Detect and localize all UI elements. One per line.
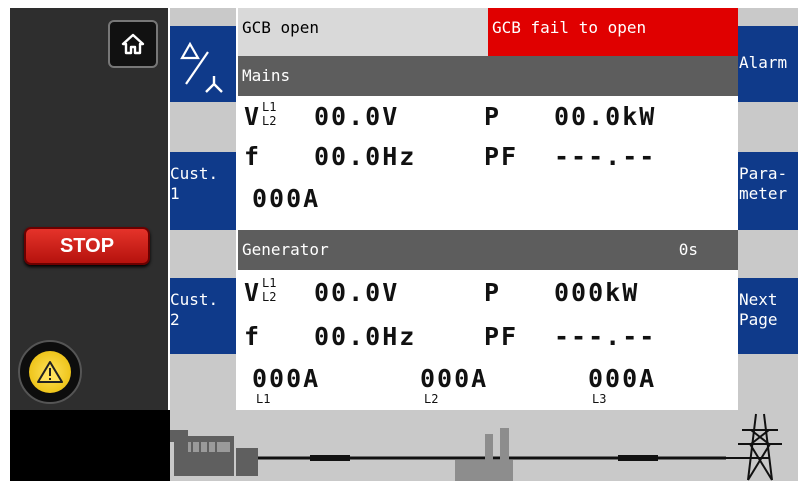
gen-current-l1-phase: L1 [256, 392, 271, 406]
transmission-tower-icon [725, 413, 782, 481]
next-page-label-line2: Page [739, 310, 778, 329]
custom-2-button[interactable]: Cust. 2 [170, 278, 236, 354]
gen-pf-label: PF [484, 322, 519, 351]
phase-view-button[interactable] [170, 26, 236, 102]
factory-load-icon [455, 428, 513, 481]
next-page-label-line1: Next [739, 290, 778, 309]
cust2-label-line1: Cust. [170, 290, 219, 309]
mains-voltage-sub-bottom: L2 [262, 114, 277, 128]
alarm-button[interactable]: Alarm [738, 26, 798, 102]
gcb-status-text: GCB open [242, 18, 320, 37]
gen-voltage-label: V [244, 278, 262, 307]
mains-header: Mains [238, 56, 738, 96]
mains-pf-value: ---.-- [554, 142, 657, 171]
gen-voltage-sub-bottom: L2 [262, 290, 277, 304]
mains-power-value: 00.0kW [554, 102, 657, 131]
generator-header: Generator 0s [238, 230, 738, 270]
single-line-diagram [170, 410, 798, 481]
mains-panel: V L1 L2 00.0V P 00.0kW f 00.0Hz PF ---.-… [238, 96, 738, 230]
gcb-alarm-text: GCB fail to open [492, 18, 647, 37]
gen-voltage-value: 00.0V [314, 278, 400, 307]
parameter-button[interactable]: Para- meter [738, 152, 798, 230]
generator-timer: 0s [678, 240, 698, 259]
mains-current-value: 000A [252, 184, 321, 213]
gen-current-l3-value: 000A [588, 364, 657, 393]
mains-frequency-value: 00.0Hz [314, 142, 417, 171]
stop-label: STOP [59, 234, 115, 257]
generator-title: Generator [242, 240, 329, 259]
cust2-label-line2: 2 [170, 310, 180, 329]
gen-current-l3-phase: L3 [592, 392, 607, 406]
parameter-label-line2: meter [739, 184, 788, 203]
mains-voltage-label: V [244, 102, 262, 131]
gen-current-l2-phase: L2 [424, 392, 439, 406]
gen-frequency-label: f [244, 322, 262, 351]
cust1-label-line2: 1 [170, 184, 180, 203]
hmi-frame: STOP Cust. 1 Cust. 2 Alarm Para- meter N… [0, 0, 798, 481]
gen-current-l2-value: 000A [420, 364, 489, 393]
home-button[interactable] [108, 20, 158, 68]
generator-panel: V L1 L2 00.0V P 000kW f 00.0Hz PF ---.--… [238, 270, 738, 410]
mains-title: Mains [242, 66, 291, 85]
gen-power-label: P [484, 278, 502, 307]
alarm-label: Alarm [739, 53, 788, 72]
mains-frequency-label: f [244, 142, 262, 171]
gen-power-value: 000kW [554, 278, 640, 307]
gen-frequency-value: 00.0Hz [314, 322, 417, 351]
mains-pf-label: PF [484, 142, 519, 171]
parameter-label-line1: Para- [739, 164, 788, 183]
gen-current-l1-value: 000A [252, 364, 321, 393]
acknowledge-alarm-button[interactable] [18, 340, 82, 404]
stop-button[interactable]: STOP [24, 227, 150, 265]
cust1-label-line1: Cust. [170, 164, 219, 183]
bezel-bottom [10, 410, 170, 481]
mains-voltage-value: 00.0V [314, 102, 400, 131]
home-icon [121, 33, 145, 55]
generator-icon [170, 430, 258, 476]
mains-voltage-sub-top: L1 [262, 100, 277, 114]
delta-star-icon [180, 41, 223, 93]
gcb-status: GCB open [238, 8, 488, 56]
custom-1-button[interactable]: Cust. 1 [170, 152, 236, 230]
gcb-alarm-status: GCB fail to open [488, 8, 738, 56]
gen-pf-value: ---.-- [554, 322, 657, 351]
mains-power-label: P [484, 102, 502, 131]
gen-voltage-sub-top: L1 [262, 276, 277, 290]
warning-icon [29, 351, 71, 393]
next-page-button[interactable]: Next Page [738, 278, 798, 354]
